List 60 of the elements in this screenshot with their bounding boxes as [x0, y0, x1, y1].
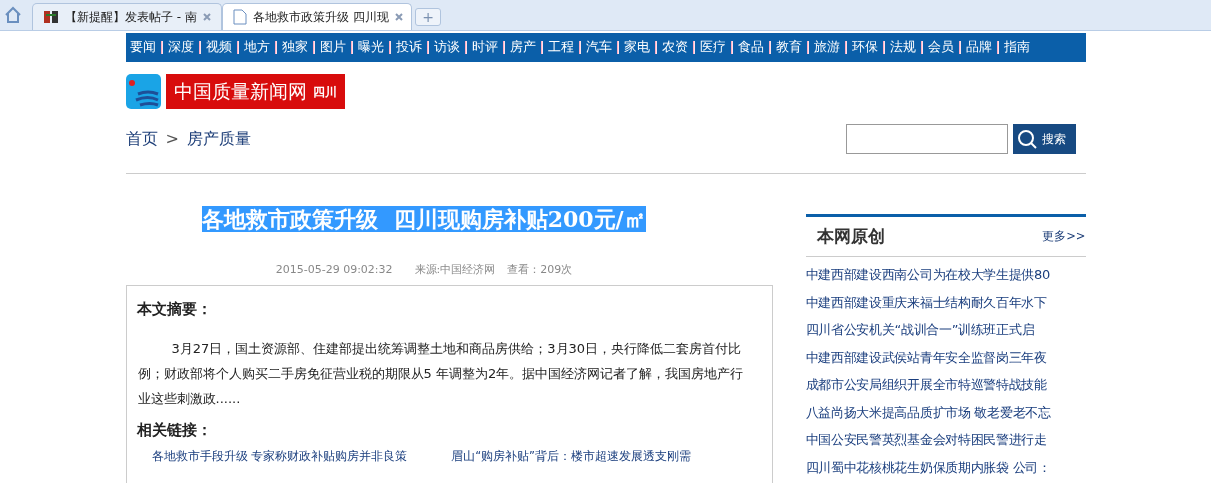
- nav-link[interactable]: 农资: [661, 38, 688, 57]
- news-link[interactable]: 八益尚扬大米提高品质扩市场 敬老爱老不忘: [805, 398, 1086, 426]
- browser-tab[interactable]: 【新提醒】发表帖子 - 南: [32, 3, 222, 30]
- nav-link[interactable]: 投诉: [395, 38, 422, 57]
- article-date: 2015-05-29 09:02:32: [275, 262, 393, 278]
- favicon-icon: [43, 9, 59, 25]
- close-icon[interactable]: [394, 13, 403, 21]
- news-link[interactable]: 四川蜀中花核桃花生奶保质期内胀袋 公司：: [805, 453, 1086, 481]
- nav-link[interactable]: 食品: [737, 38, 764, 57]
- nav-link[interactable]: 医疗: [699, 38, 726, 57]
- nav-link[interactable]: 时评: [471, 38, 498, 57]
- breadcrumb-link[interactable]: 首页: [125, 126, 158, 151]
- nav-link[interactable]: 工程: [547, 38, 574, 57]
- site-logo: 中国质量新闻网 四川: [165, 74, 345, 109]
- article-source: 来源:中国经济网: [414, 262, 496, 278]
- nav-link[interactable]: 地方: [243, 38, 270, 57]
- search-button[interactable]: 搜索: [1012, 123, 1076, 154]
- news-link[interactable]: 中建西部建设重庆来福士结构耐久百年水下: [805, 288, 1086, 316]
- view-count: 查看：209次: [507, 262, 573, 278]
- browser-tab[interactable]: 各地救市政策升级 四川现: [222, 3, 412, 30]
- news-link[interactable]: 成都市公安局组织开展全市特巡警特战技能: [805, 371, 1086, 399]
- news-link[interactable]: 中建西部建设武侯站青年安全监督岗三年夜: [805, 343, 1086, 371]
- nav-link[interactable]: 会员: [927, 38, 954, 57]
- more-link[interactable]: 更多>>: [1042, 227, 1086, 246]
- article-title: 各地救市政策升级 四川现购房补贴200元/㎡: [202, 206, 646, 232]
- logo-icon: [125, 74, 161, 109]
- nav-link[interactable]: 视频: [205, 38, 232, 57]
- links-heading: 相关链接：: [136, 420, 213, 441]
- related-link[interactable]: 眉山“购房补贴”背后：楼市超速发展透支刚需: [451, 447, 692, 465]
- search-field[interactable]: [845, 123, 1008, 154]
- nav-link[interactable]: 指南: [1003, 38, 1030, 57]
- summary-heading: 本文摘要：: [136, 298, 213, 320]
- tab-title: 各地救市政策升级 四川现: [253, 9, 389, 26]
- nav-link[interactable]: 曝光: [357, 38, 384, 57]
- breadcrumb-link[interactable]: 房产质量: [186, 126, 251, 151]
- nav-link[interactable]: 汽车: [585, 38, 612, 57]
- news-link[interactable]: 四川省公安机关“战训合一”训练班正式启: [805, 316, 1086, 344]
- close-icon[interactable]: [203, 13, 211, 21]
- nav-link[interactable]: 环保: [851, 38, 878, 57]
- related-link[interactable]: 各地救市手段升级 专家称财政补贴购房并非良策: [151, 447, 408, 465]
- nav-link[interactable]: 教育: [775, 38, 802, 57]
- nav-link[interactable]: 图片: [319, 38, 346, 57]
- home-icon[interactable]: [4, 6, 22, 24]
- nav-link[interactable]: 访谈: [433, 38, 460, 57]
- nav-link[interactable]: 家电: [623, 38, 650, 57]
- tab-title: 【新提醒】发表帖子 - 南: [65, 9, 197, 26]
- page-icon: [233, 9, 247, 25]
- nav-link[interactable]: 品牌: [965, 38, 992, 57]
- nav-link[interactable]: 旅游: [813, 38, 840, 57]
- news-link[interactable]: 中建西部建设西南公司为在校大学生提供80: [805, 261, 1086, 289]
- nav-link[interactable]: 法规: [889, 38, 916, 57]
- nav-link[interactable]: 深度: [167, 38, 194, 57]
- nav-link[interactable]: 独家: [281, 38, 308, 57]
- summary-text: 3月27日，国土资源部、住建部提出统筹调整土地和商品房供给；3月30日，央行降低二套房首付比例；财政部将个人购买二手房免征营业税的期限从5 年调整为2年。据中国经济网记者了解，我国房地产行业这些刺激政......: [136, 340, 745, 408]
- nav-link[interactable]: 要闻: [129, 38, 156, 57]
- search-icon: [1015, 127, 1038, 150]
- news-link[interactable]: 中国公安民警英烈基金会对特困民警进行走: [805, 426, 1086, 454]
- sidebar-title: 本网原创: [816, 224, 885, 248]
- breadcrumb-separator: >: [165, 127, 179, 150]
- nav-link[interactable]: 房产: [509, 38, 536, 57]
